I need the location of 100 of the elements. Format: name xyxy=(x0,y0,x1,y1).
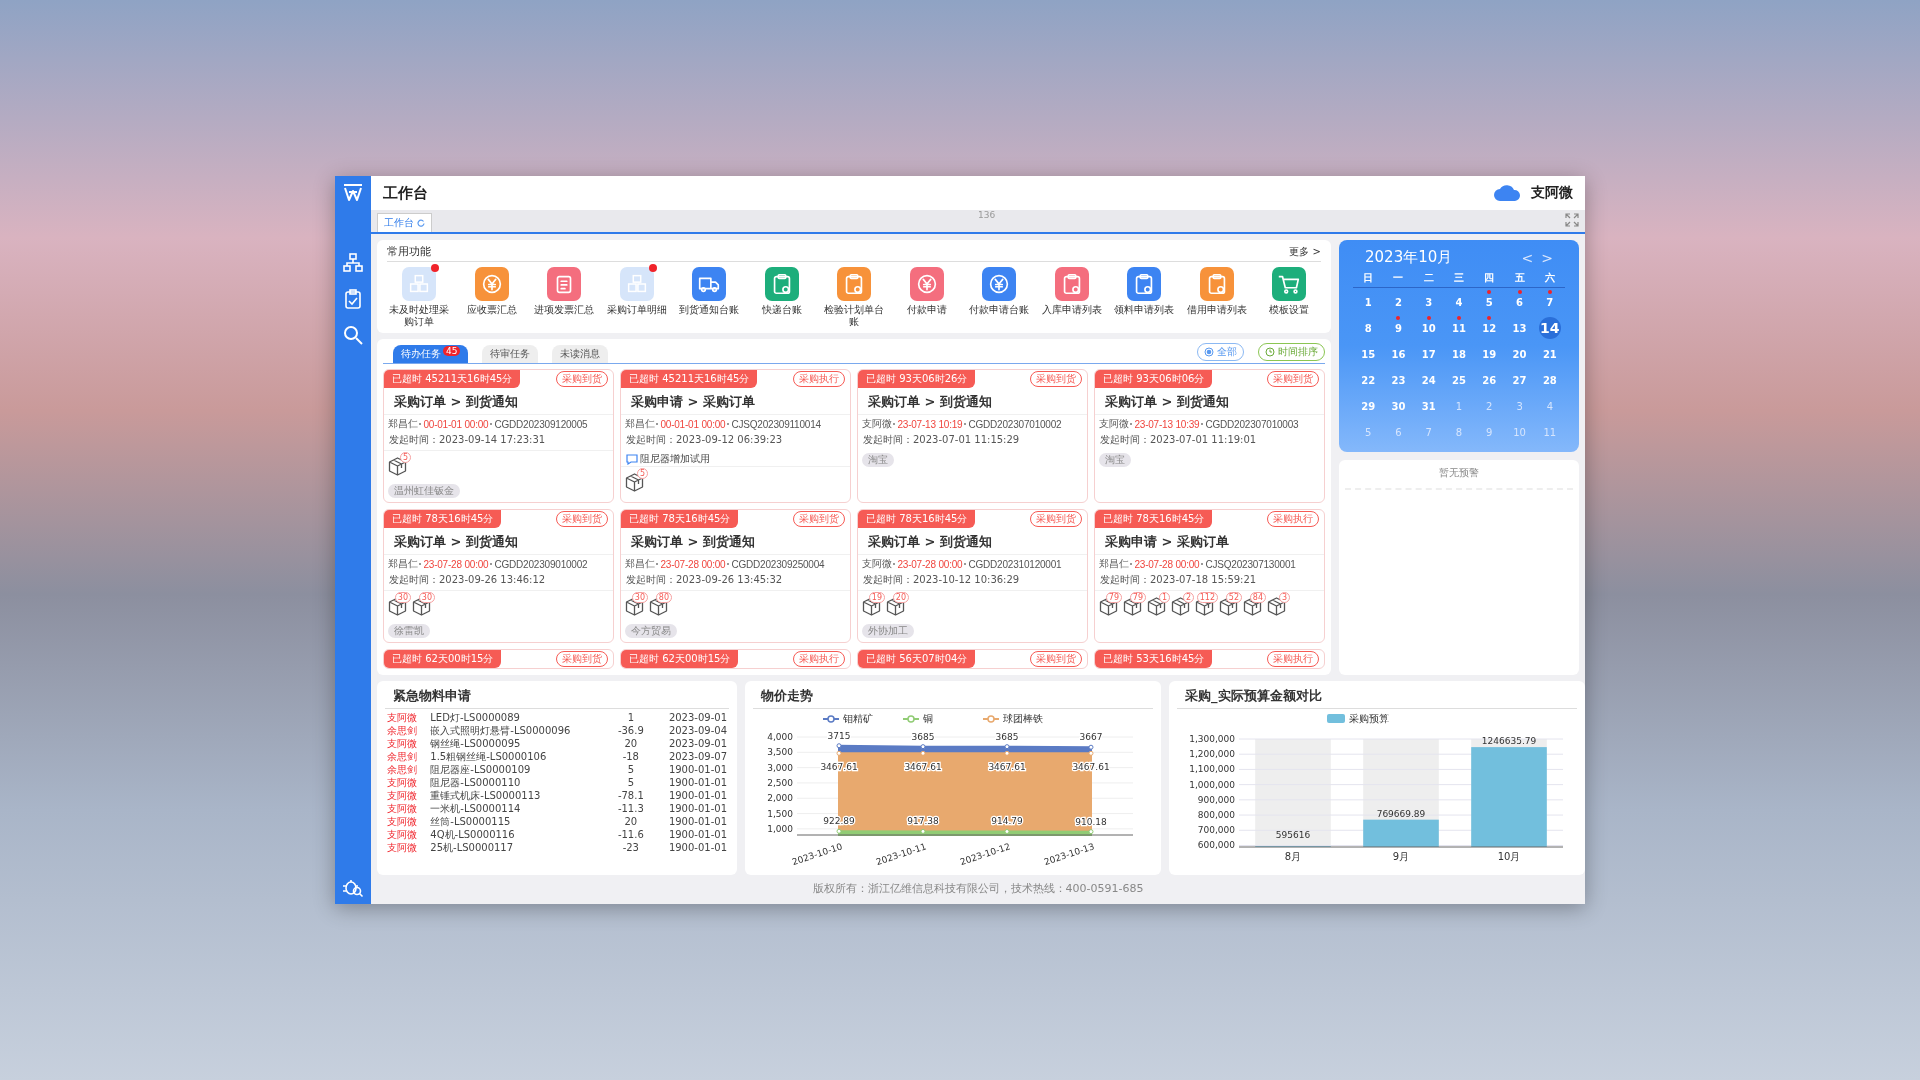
task-title: 采购订单 > 到货通知 xyxy=(621,528,850,555)
person-name: 郑昌仁 xyxy=(1099,557,1129,571)
overdue-label: 已超时 78天16时45分 xyxy=(1095,510,1213,528)
person-name: 郑昌仁 xyxy=(388,417,418,431)
table-cell-text: 余思剑 xyxy=(386,724,418,737)
axis-tick-label: 800,000 xyxy=(1197,810,1235,821)
table-cell-text: 支阿微 xyxy=(386,776,418,789)
supplier-tag: 外协加工 xyxy=(862,624,914,638)
panel-title: 紧急物料申请 xyxy=(385,685,729,709)
table-cell-text: 重锤式机床-LS0000113 xyxy=(429,789,542,802)
legend-label: 球团棒铁 xyxy=(1003,713,1043,724)
overdue-label: 已超时 45211天16时45分 xyxy=(384,370,521,388)
overdue-label: 已超时 45211天16时45分 xyxy=(621,370,758,388)
table-cell-text: 一米机-LS0000114 xyxy=(429,802,522,815)
count-badge: 19 xyxy=(868,592,885,603)
table-cell-text: -23 xyxy=(621,841,640,854)
axis-tick-label: 8月 xyxy=(1284,851,1302,862)
table-cell-text: -11.3 xyxy=(616,802,645,815)
table-cell-text: 丝筒-LS0000115 xyxy=(429,815,512,828)
overdue-label: 已超时 56天07时04分 xyxy=(858,650,976,668)
due-date: 23-07-28 00:00 xyxy=(660,558,726,570)
table-cell-text: -11.6 xyxy=(616,828,645,841)
weekday-label: 三 xyxy=(1453,271,1465,285)
axis-tick-label: 1,000,000 xyxy=(1189,779,1235,790)
person-name: 郑昌仁 xyxy=(625,557,655,571)
count-badge: 79 xyxy=(1129,592,1146,603)
overdue-label: 已超时 62天00时15分 xyxy=(384,650,502,668)
count-badge: 30 xyxy=(394,592,411,603)
order-code: CGDD202310120001 xyxy=(968,558,1062,570)
weekday-label: 六 xyxy=(1543,271,1556,285)
table-cell-text: 1900-01-01 xyxy=(667,828,728,841)
table-cell-text: 余思剑 xyxy=(386,750,418,763)
person-name: 支阿微 xyxy=(862,557,892,571)
table-cell-text: 支阿微 xyxy=(386,802,418,815)
count-badge: 112 xyxy=(1196,592,1218,603)
start-time: 发起时间：2023-09-26 13:45:32 xyxy=(625,573,784,587)
order-code: CGDD202307010003 xyxy=(1205,418,1299,430)
table-cell-text: 1 xyxy=(626,711,635,724)
data-label: 1246635.79 xyxy=(1481,736,1537,747)
start-time: 发起时间：2023-09-26 13:46:12 xyxy=(388,573,547,587)
table-cell-text: 1900-01-01 xyxy=(667,815,728,828)
table-cell-text: 4Q机-LS0000116 xyxy=(429,828,516,841)
table-cell-text: 阻尼器-LS0000110 xyxy=(429,776,522,789)
count-badge: 45 xyxy=(443,346,461,356)
table-cell-text: 支阿微 xyxy=(386,789,418,802)
order-code: CGDD202307010002 xyxy=(968,418,1062,430)
supplier-tag: 徐雷凯 xyxy=(388,624,430,638)
axis-tick-label: 9月 xyxy=(1392,851,1410,862)
order-code: CJSQ202309110014 xyxy=(731,418,821,430)
data-label: 3467.61 xyxy=(988,762,1026,773)
table-cell-text: 20 xyxy=(623,815,639,828)
weekday-label: 日 xyxy=(1362,271,1375,285)
table-cell-text: 嵌入式照明灯悬臂-LS0000096 xyxy=(429,724,572,737)
table-cell-text: 钢丝绳-LS0000095 xyxy=(429,737,522,750)
axis-tick-label: 3,500 xyxy=(767,747,793,758)
table-cell-text: 2023-09-07 xyxy=(667,750,728,763)
supplier-tag: 今方贸易 xyxy=(625,624,677,638)
supplier-tag: 温州虹佳钣金 xyxy=(388,484,460,498)
task-title: 采购订单 > 到货通知 xyxy=(1095,388,1324,415)
due-date: 23-07-28 00:00 xyxy=(1134,558,1200,570)
supplier-tag: 淘宝 xyxy=(862,453,894,467)
due-date: 23-07-13 10:39 xyxy=(1134,418,1200,430)
table-cell-text: 2023-09-04 xyxy=(667,724,728,737)
start-time: 发起时间：2023-09-12 06:39:23 xyxy=(625,433,784,447)
table-cell-text: 余思剑 xyxy=(386,763,418,776)
task-title: 采购申请 > 采购订单 xyxy=(621,388,850,415)
task-title: 采购订单 > 到货通知 xyxy=(858,528,1087,555)
count-badge: 84 xyxy=(1249,592,1266,603)
weekday-label: 二 xyxy=(1422,271,1435,285)
start-time: 发起时间：2023-10-12 10:36:29 xyxy=(862,573,1021,587)
axis-tick-label: 2,500 xyxy=(767,777,793,788)
due-date: 23-07-28 00:00 xyxy=(897,558,963,570)
count-badge: 1 xyxy=(1158,592,1170,603)
axis-tick-label: 700,000 xyxy=(1197,825,1235,836)
data-label: 3685 xyxy=(911,731,935,742)
supplier-tag: 淘宝 xyxy=(1099,453,1131,467)
axis-tick-label: 10月 xyxy=(1497,851,1521,862)
legend-label: 铜 xyxy=(922,713,933,724)
overdue-label: 已超时 93天06时06分 xyxy=(1095,370,1213,388)
task-title: 采购订单 > 到货通知 xyxy=(384,528,613,555)
task-title: 采购订单 > 到货通知 xyxy=(384,388,613,415)
overdue-label: 已超时 78天16时45分 xyxy=(621,510,739,528)
data-label: 3667 xyxy=(1079,732,1103,743)
due-date: 23-07-28 00:00 xyxy=(423,558,489,570)
table-cell-text: 支阿微 xyxy=(386,815,418,828)
empty-message: 暂无预警 xyxy=(1438,466,1480,480)
count-badge: 2 xyxy=(1182,592,1194,603)
axis-tick-label: 3,000 xyxy=(767,762,793,773)
count-badge: 3 xyxy=(1278,592,1290,603)
footer-text: 版权所有：浙江亿维信息科技有限公司，技术热线：400-0591-685 xyxy=(811,881,1145,897)
count-badge: 79 xyxy=(1105,592,1122,603)
count-badge: 30 xyxy=(631,592,648,603)
counter-text: 136 xyxy=(978,210,996,220)
table-cell-text: 支阿微 xyxy=(386,841,418,854)
task-title: 采购订单 > 到货通知 xyxy=(858,388,1087,415)
count-badge: 5 xyxy=(399,452,411,463)
start-time: 发起时间：2023-07-18 15:59:21 xyxy=(1099,573,1258,587)
count-badge: 30 xyxy=(418,592,435,603)
table-cell-text: 1900-01-01 xyxy=(667,776,728,789)
data-label: 3715 xyxy=(827,730,851,741)
